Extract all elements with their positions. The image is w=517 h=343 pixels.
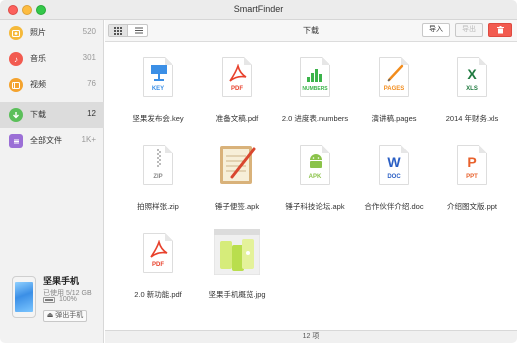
file-name: 坚果发布会.key <box>132 114 184 123</box>
video-icon <box>9 78 23 92</box>
file-grid: KEY 坚果发布会.key PDF 准备文稿.pdf NUMBERS 2.0 进… <box>105 43 517 330</box>
file-name: 拍照样张.zip <box>137 202 179 211</box>
toolbar: 下载 导入 导出 <box>105 20 517 42</box>
pdf-file-icon: PDF <box>218 57 256 105</box>
keynote-file-icon: KEY <box>139 57 177 105</box>
file-item[interactable]: PDF 2.0 新功能.pdf <box>115 219 201 301</box>
sidebar-item-videos[interactable]: 视频 76 <box>0 72 104 98</box>
file-name: 锤子科技论坛.apk <box>285 202 345 211</box>
file-item[interactable]: W DOC 合作伙伴介绍.doc <box>351 131 437 213</box>
app-window: SmartFinder 照片 520 ♪ 音乐 301 视频 76 下载 12 … <box>0 0 517 343</box>
battery-percentage: 100% <box>59 296 77 303</box>
title-bar: SmartFinder <box>0 0 517 20</box>
file-name: 2.0 新功能.pdf <box>134 290 182 299</box>
sidebar-item-label: 照片 <box>30 28 46 37</box>
trash-icon <box>496 26 504 34</box>
window-title: SmartFinder <box>233 4 284 14</box>
sidebar-item-label: 下载 <box>30 110 46 119</box>
sidebar-item-all-files[interactable]: 全部文件 1K+ <box>0 128 104 154</box>
all-files-icon <box>9 134 23 148</box>
sidebar-item-label: 视频 <box>30 80 46 89</box>
file-item[interactable]: APK 锤子科技论坛.apk <box>272 131 358 213</box>
file-name: 2014 年财务.xls <box>445 114 499 123</box>
eject-phone-button[interactable]: ⏏ 弹出手机 <box>43 310 87 322</box>
delete-button[interactable] <box>488 23 512 37</box>
pages-file-icon: PAGES <box>375 57 413 105</box>
file-name: 合作伙伴介绍.doc <box>364 202 424 211</box>
sidebar: 照片 520 ♪ 音乐 301 视频 76 下载 12 全部文件 1K+ 坚果手… <box>0 20 104 343</box>
file-item[interactable]: ZIP 拍照样张.zip <box>115 131 201 213</box>
sidebar-item-count: 12 <box>87 109 96 118</box>
file-item[interactable]: X XLS 2014 年财务.xls <box>429 43 515 125</box>
music-icon: ♪ <box>9 52 23 66</box>
device-name: 坚果手机 <box>43 276 80 286</box>
file-name: 介绍图文版.ppt <box>446 202 497 211</box>
zip-file-icon: ZIP <box>139 145 177 193</box>
photo-icon <box>9 26 23 40</box>
file-item[interactable]: KEY 坚果发布会.key <box>115 43 201 125</box>
file-name: 准备文稿.pdf <box>215 114 259 123</box>
import-button[interactable]: 导入 <box>422 23 450 37</box>
file-item[interactable]: 锤子便签.apk <box>194 131 280 213</box>
export-button[interactable]: 导出 <box>455 23 483 37</box>
eject-label: 弹出手机 <box>55 312 84 319</box>
sidebar-item-photos[interactable]: 照片 520 <box>0 20 104 46</box>
sidebar-item-music[interactable]: ♪ 音乐 301 <box>0 46 104 72</box>
android-apk-icon: APK <box>296 145 334 193</box>
sidebar-item-count: 301 <box>82 53 96 62</box>
file-item[interactable]: P PPT 介绍图文版.ppt <box>429 131 515 213</box>
notes-app-icon <box>218 145 256 193</box>
battery-icon <box>43 297 55 303</box>
pdf-file-icon: PDF <box>139 233 177 281</box>
sidebar-item-count: 76 <box>87 79 96 88</box>
file-item[interactable]: 坚果手机概览.jpg <box>194 219 280 301</box>
sidebar-item-count: 520 <box>82 27 96 36</box>
numbers-file-icon: NUMBERS <box>296 57 334 105</box>
file-item[interactable]: PAGES 演讲稿.pages <box>351 43 437 125</box>
file-name: 锤子便签.apk <box>214 202 260 211</box>
sidebar-item-count: 1K+ <box>81 135 96 144</box>
file-item[interactable]: NUMBERS 2.0 进度表.numbers <box>272 43 358 125</box>
file-name: 演讲稿.pages <box>371 114 417 123</box>
phone-icon <box>12 276 36 318</box>
sidebar-item-downloads[interactable]: 下载 12 <box>0 102 104 128</box>
file-name: 2.0 进度表.numbers <box>281 114 349 123</box>
file-name: 坚果手机概览.jpg <box>208 290 266 299</box>
word-file-icon: W DOC <box>375 145 413 193</box>
device-panel: 坚果手机 已使用 5/12 GB 100% ⏏ 弹出手机 <box>0 264 104 343</box>
image-thumbnail <box>214 229 260 281</box>
download-icon <box>9 108 23 122</box>
excel-file-icon: X XLS <box>453 57 491 105</box>
sidebar-item-label: 音乐 <box>30 54 46 63</box>
powerpoint-file-icon: P PPT <box>453 145 491 193</box>
file-item[interactable]: PDF 准备文稿.pdf <box>194 43 280 125</box>
status-bar: 12 项 <box>105 330 517 343</box>
sidebar-item-label: 全部文件 <box>30 136 62 145</box>
